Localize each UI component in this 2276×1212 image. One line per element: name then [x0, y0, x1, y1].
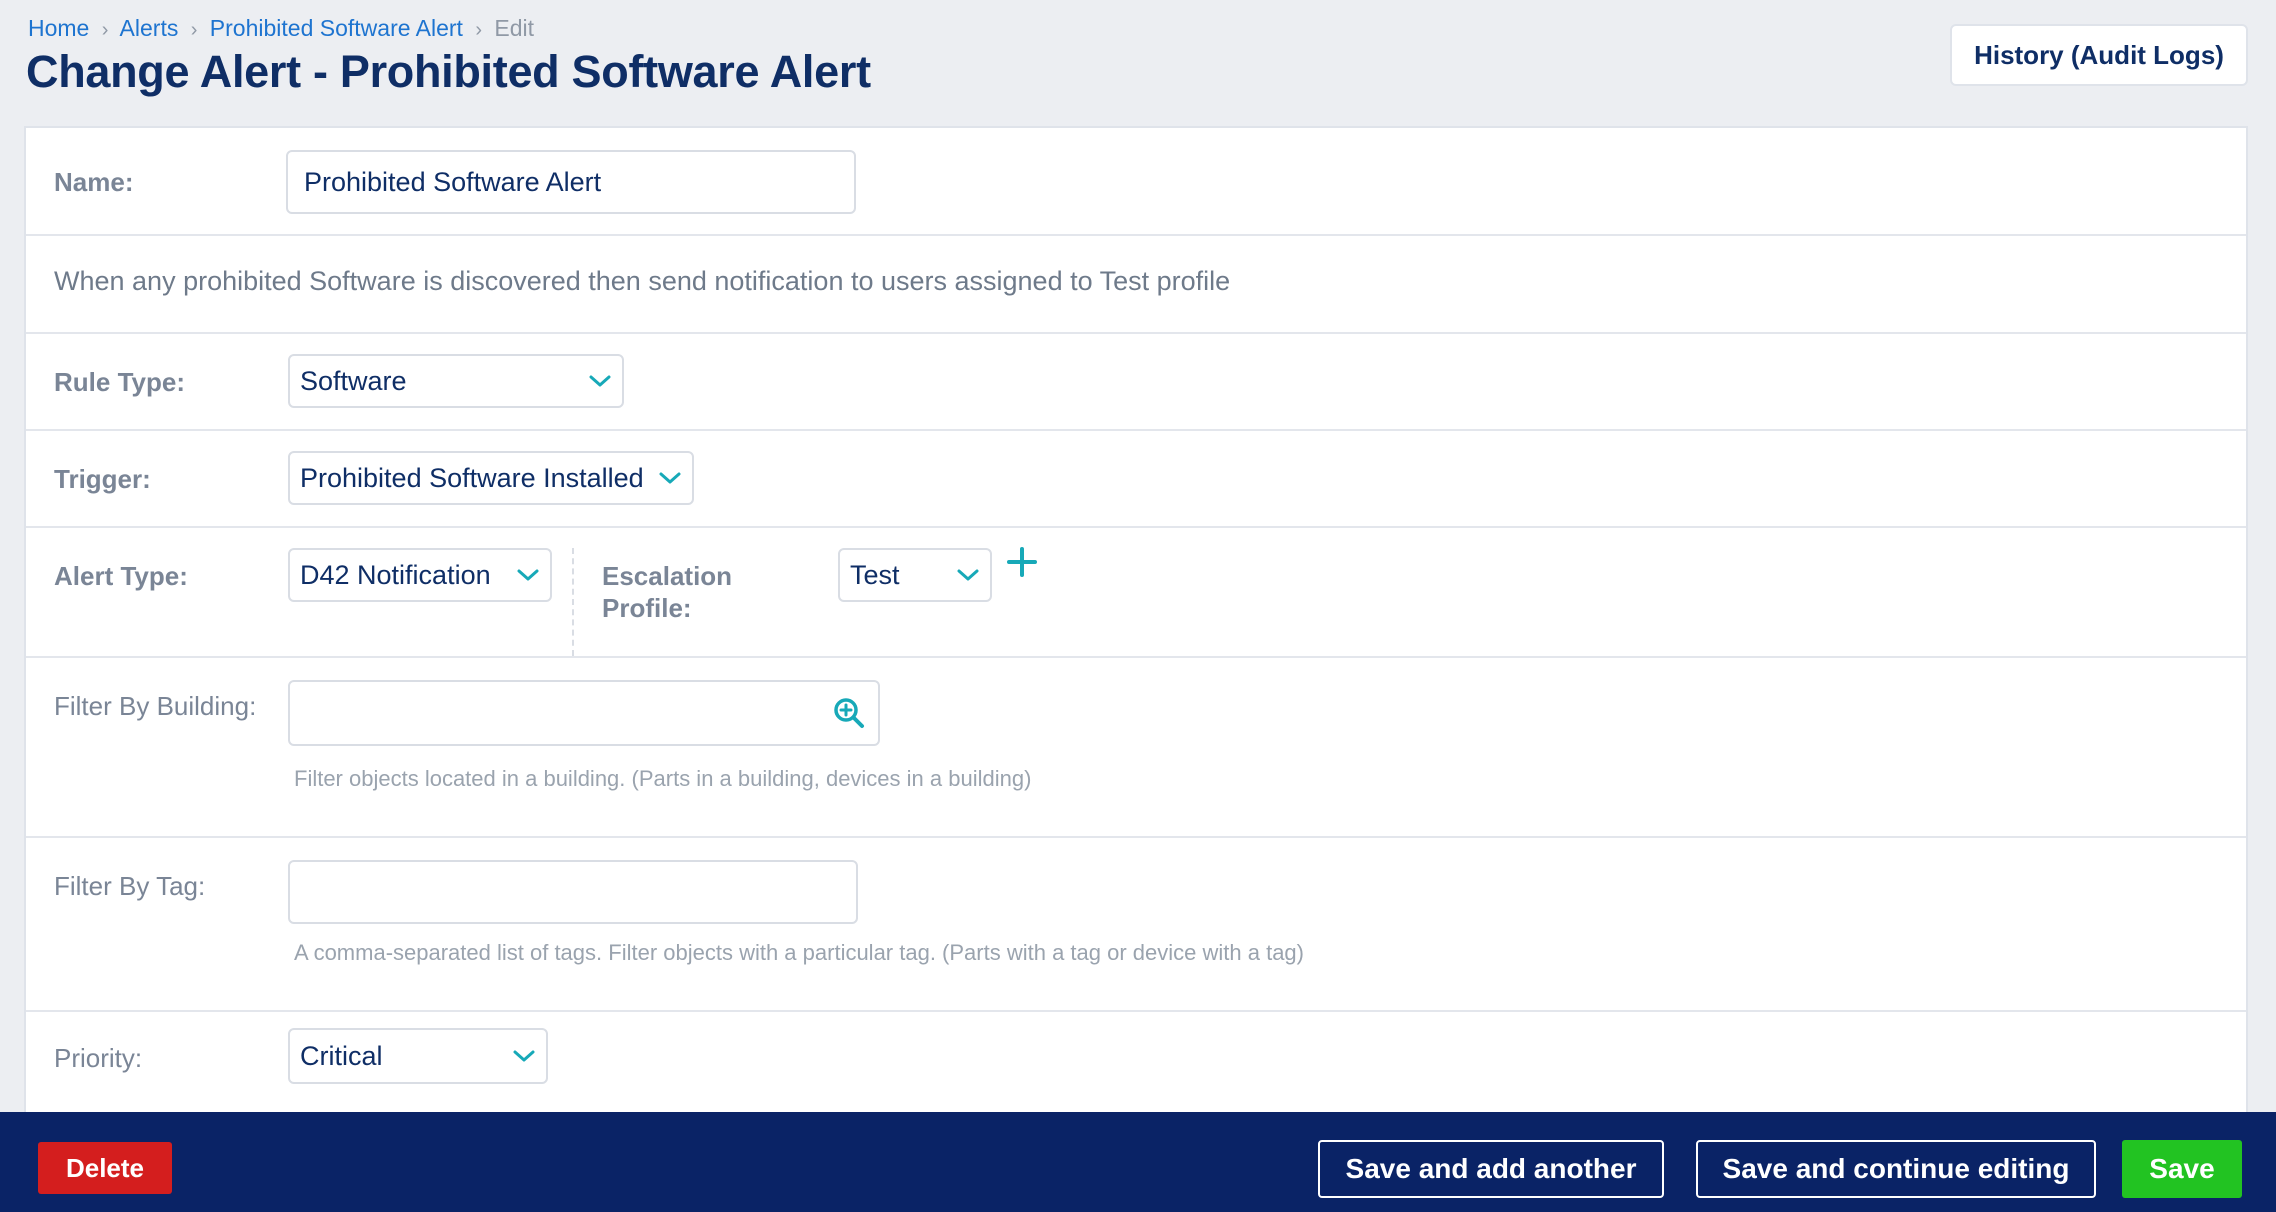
- rule-type-label: Rule Type:: [54, 367, 185, 397]
- trigger-row: Trigger: Prohibited Software Installed: [26, 431, 2246, 528]
- alert-form-panel: Name: When any prohibited Software is di…: [24, 126, 2248, 1126]
- name-input[interactable]: [286, 150, 856, 214]
- delete-button[interactable]: Delete: [38, 1142, 172, 1194]
- breadcrumb-separator: ›: [101, 19, 109, 41]
- name-label: Name:: [54, 167, 134, 197]
- chevron-down-icon: [589, 375, 611, 387]
- priority-select[interactable]: Critical: [288, 1028, 548, 1084]
- priority-row: Priority: Critical: [26, 1012, 2246, 1126]
- chevron-down-icon: [517, 569, 539, 581]
- escalation-profile-value: Test: [850, 559, 900, 590]
- description-row: When any prohibited Software is discover…: [26, 236, 2246, 334]
- add-escalation-profile-icon[interactable]: [1006, 546, 1038, 578]
- trigger-label: Trigger:: [54, 464, 151, 494]
- filter-building-label: Filter By Building:: [54, 691, 257, 721]
- field-divider: [572, 548, 574, 656]
- escalation-profile-label-line1: Escalation: [602, 561, 733, 591]
- filter-building-row: Filter By Building: Filter objects locat…: [26, 658, 2246, 838]
- rule-type-value: Software: [300, 365, 407, 396]
- zoom-in-search-icon: [834, 698, 864, 728]
- breadcrumb-current: Edit: [494, 15, 535, 41]
- breadcrumb-home-link[interactable]: Home: [28, 15, 89, 41]
- escalation-profile-select[interactable]: Test: [838, 548, 992, 602]
- escalation-profile-label-line2: Profile:: [602, 593, 692, 623]
- alert-type-select[interactable]: D42 Notification: [288, 548, 552, 602]
- filter-tag-help: A comma-separated list of tags. Filter o…: [294, 940, 1304, 965]
- alert-type-row: Alert Type: D42 Notification Escalation …: [26, 528, 2246, 658]
- filter-tag-input[interactable]: [288, 860, 858, 924]
- alert-type-label: Alert Type:: [54, 561, 188, 591]
- save-and-add-another-button[interactable]: Save and add another: [1318, 1140, 1664, 1198]
- chevron-down-icon: [513, 1050, 535, 1062]
- breadcrumb-separator: ›: [190, 19, 198, 41]
- name-row: Name:: [26, 128, 2246, 236]
- chevron-down-icon: [957, 569, 979, 581]
- alert-type-value: D42 Notification: [300, 559, 491, 590]
- filter-tag-label: Filter By Tag:: [54, 871, 206, 901]
- rule-type-select[interactable]: Software: [288, 354, 624, 408]
- priority-value: Critical: [300, 1040, 383, 1071]
- history-audit-logs-button[interactable]: History (Audit Logs): [1950, 24, 2248, 86]
- form-action-bar: Delete Save and add another Save and con…: [0, 1112, 2276, 1212]
- breadcrumb-alert-link[interactable]: Prohibited Software Alert: [210, 15, 463, 41]
- filter-tag-row: Filter By Tag: A comma-separated list of…: [26, 838, 2246, 1012]
- filter-building-input[interactable]: [288, 680, 822, 746]
- trigger-select[interactable]: Prohibited Software Installed: [288, 451, 694, 505]
- rule-type-row: Rule Type: Software: [26, 334, 2246, 431]
- chevron-down-icon: [659, 472, 681, 484]
- breadcrumb-alerts-link[interactable]: Alerts: [120, 15, 179, 41]
- alert-description: When any prohibited Software is discover…: [54, 266, 1231, 296]
- save-button[interactable]: Save: [2122, 1140, 2242, 1198]
- page-title: Change Alert - Prohibited Software Alert: [26, 46, 871, 97]
- building-lookup-button[interactable]: [820, 680, 880, 746]
- breadcrumb-separator: ›: [475, 19, 482, 41]
- save-and-continue-editing-button[interactable]: Save and continue editing: [1696, 1140, 2096, 1198]
- priority-label: Priority:: [54, 1043, 143, 1073]
- trigger-value: Prohibited Software Installed: [300, 462, 644, 493]
- filter-building-help: Filter objects located in a building. (P…: [294, 766, 1032, 791]
- breadcrumb: Home › Alerts › Prohibited Software Aler…: [28, 14, 534, 44]
